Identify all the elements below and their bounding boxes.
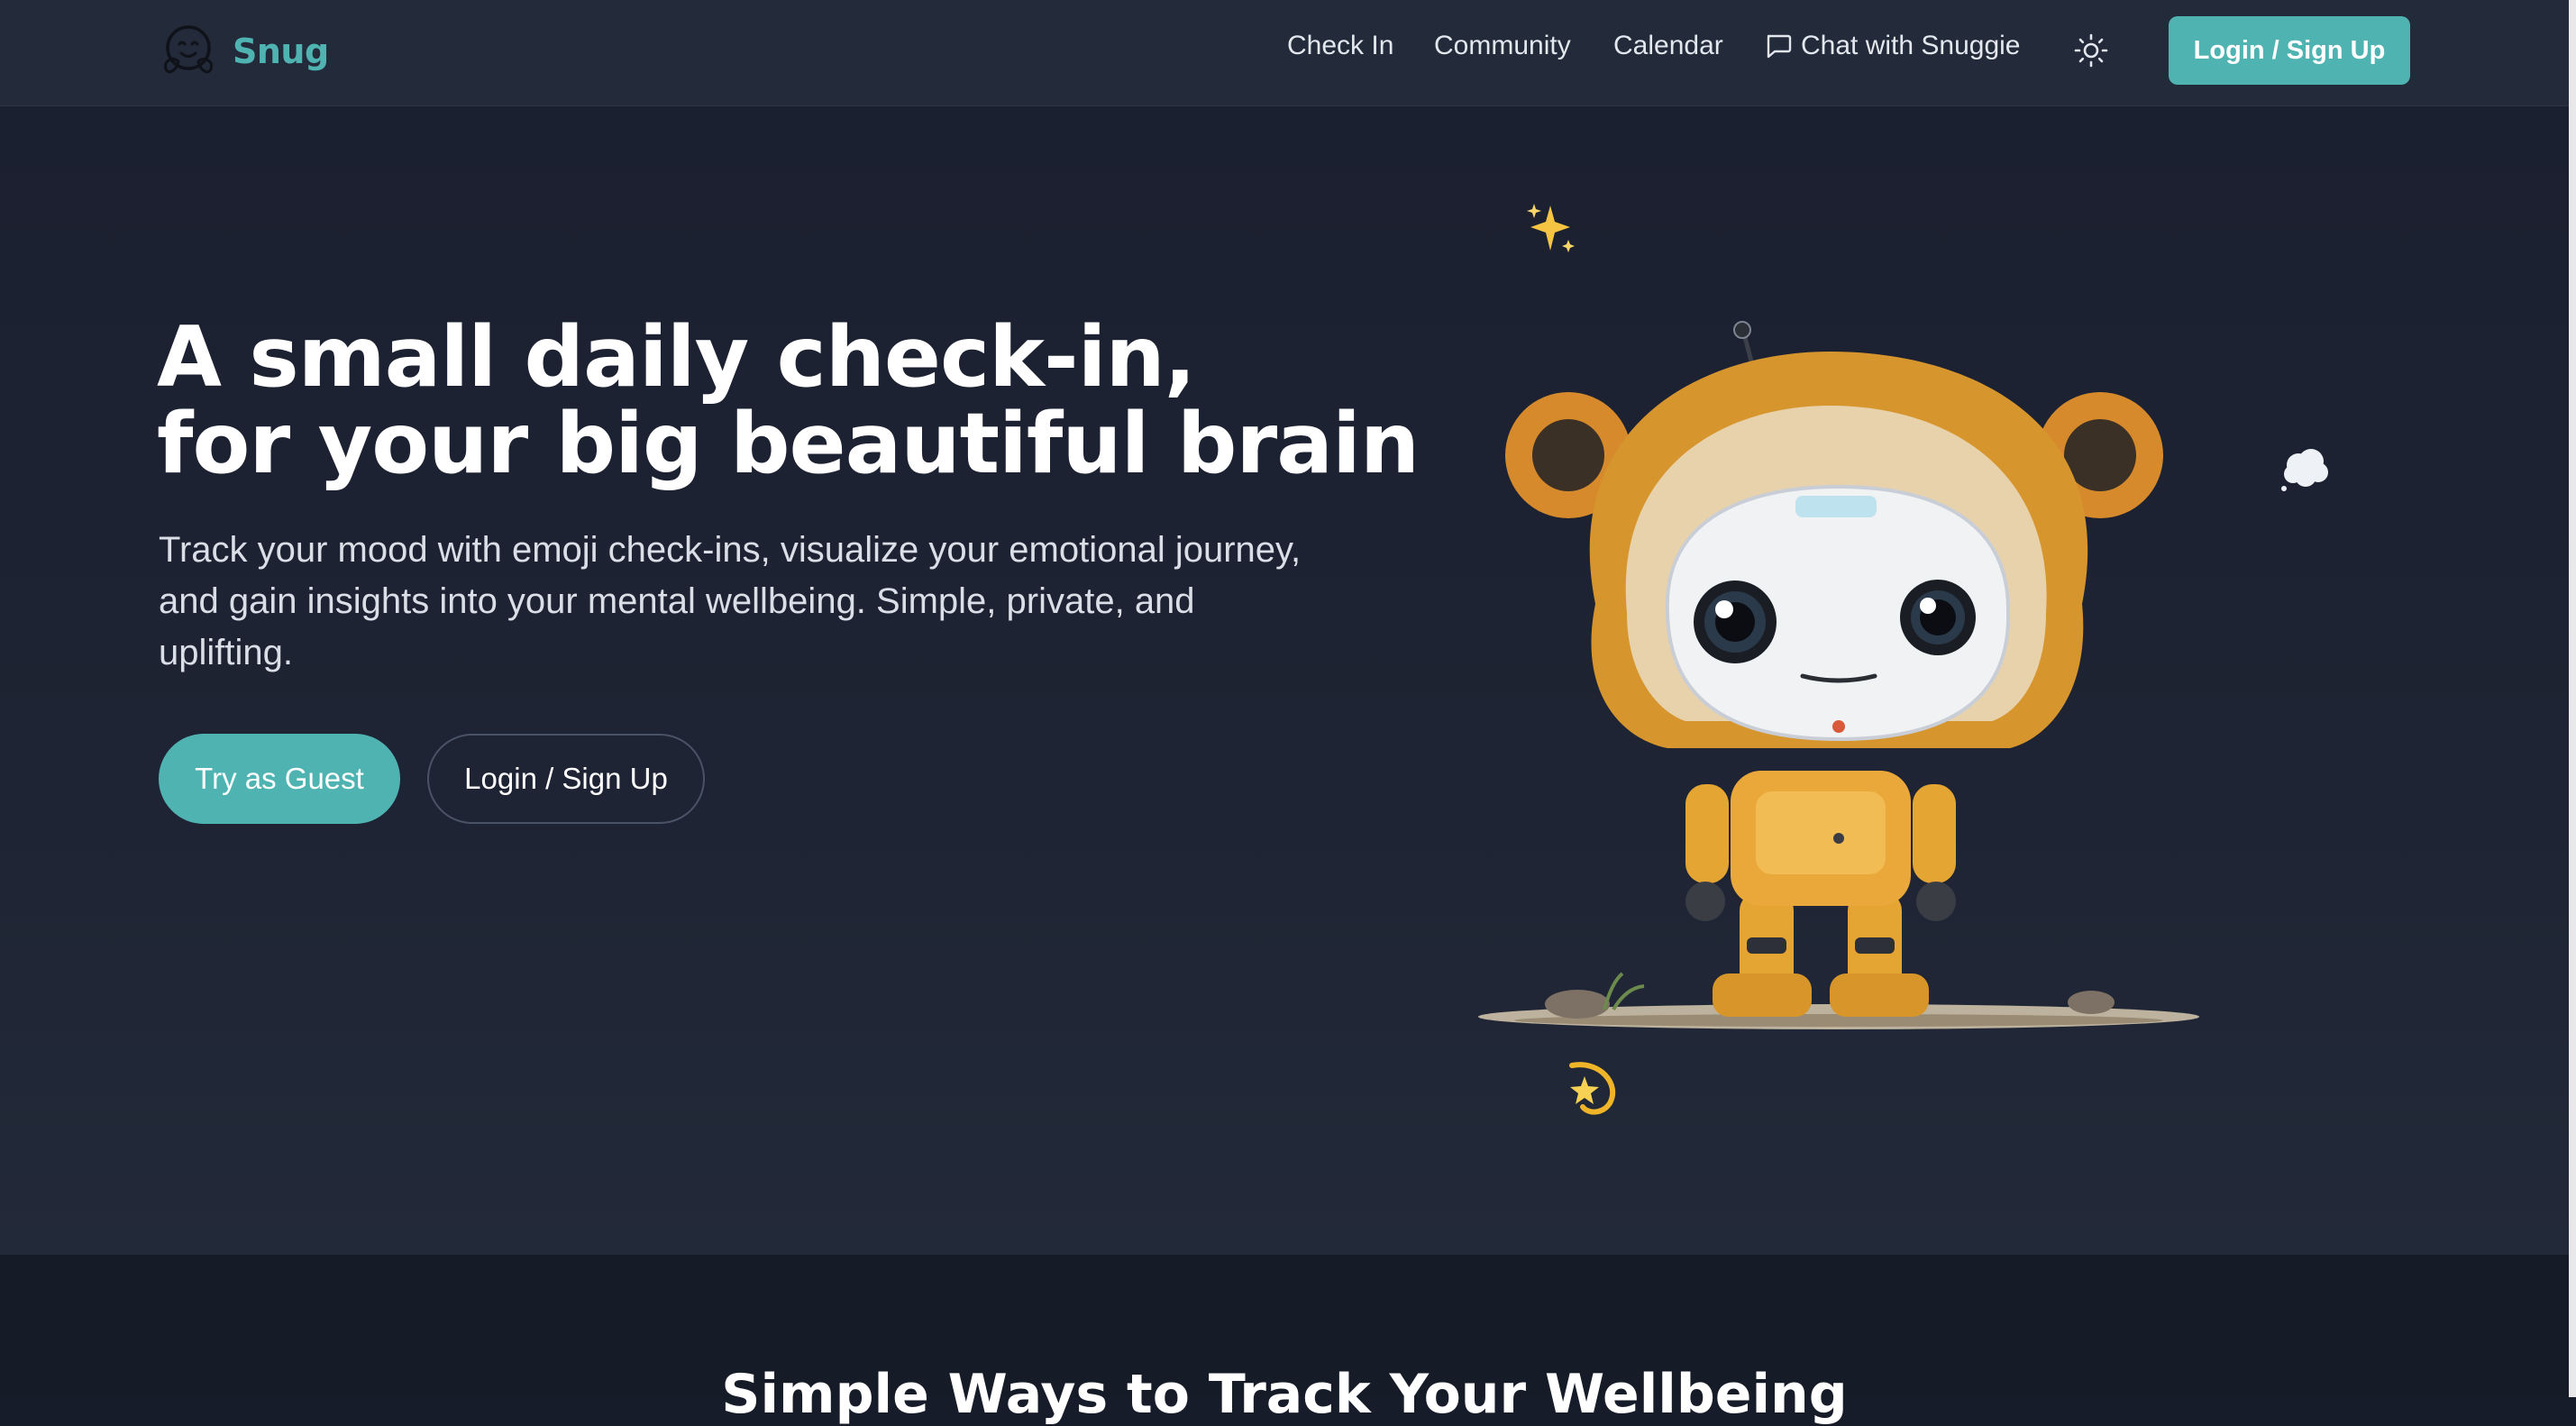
snuggie-robot-mascot-illustration xyxy=(1478,321,2199,1029)
dizzy-star-icon xyxy=(1569,1062,1616,1115)
sun-icon[interactable] xyxy=(2073,32,2109,69)
features-section-title: Simple Ways to Track Your Wellbeing xyxy=(721,1363,1848,1426)
hero-login-signup-button[interactable]: Login / Sign Up xyxy=(427,734,705,824)
nav-chat-link[interactable]: Chat with Snuggie xyxy=(1765,31,2021,61)
try-as-guest-button[interactable]: Try as Guest xyxy=(159,734,400,824)
page-scrollbar[interactable] xyxy=(2569,0,2576,1397)
sparkles-icon xyxy=(1527,204,1575,252)
hero-title-line-2: for your big beautiful brain xyxy=(157,395,1420,492)
nav-check-in-link[interactable]: Check In xyxy=(1287,31,1393,61)
nav-chat-label: Chat with Snuggie xyxy=(1801,31,2021,60)
nav-calendar-link[interactable]: Calendar xyxy=(1613,31,1723,61)
nav-community-link[interactable]: Community xyxy=(1434,31,1571,61)
hero-title-line-1: A small daily check-in, xyxy=(157,308,1196,406)
chat-bubble-icon xyxy=(1767,34,1792,59)
features-section: Simple Ways to Track Your Wellbeing xyxy=(0,1255,2569,1426)
hero-title: A small daily check-in, for your big bea… xyxy=(157,308,1420,492)
hero-subtitle: Track your mood with emoji check-ins, vi… xyxy=(159,530,1302,672)
top-nav: Snug Check In Community Calendar Chat wi… xyxy=(0,0,2569,106)
cloud-icon xyxy=(2281,449,2328,491)
nav-login-signup-button[interactable]: Login / Sign Up xyxy=(2169,16,2410,85)
